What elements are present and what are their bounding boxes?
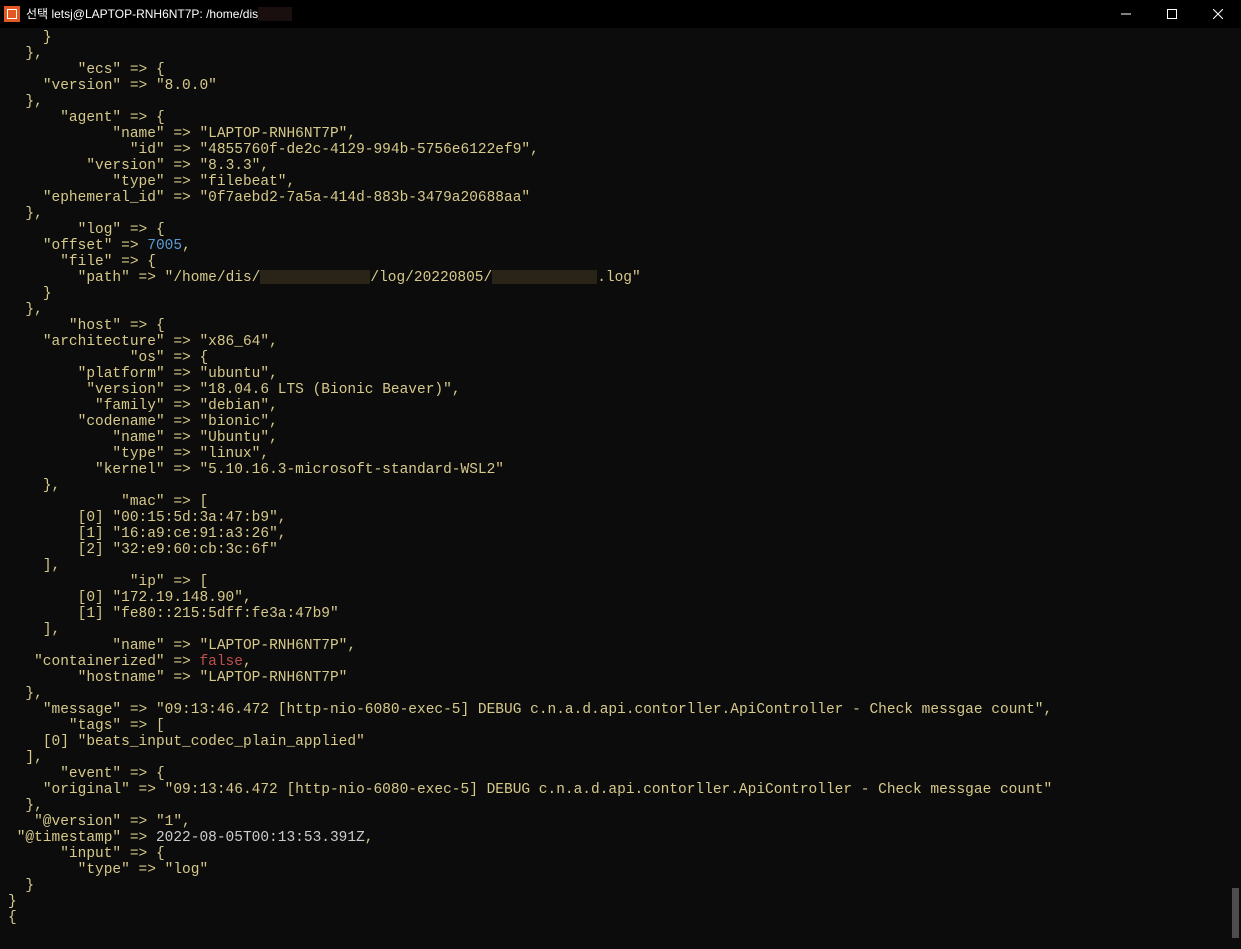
titlebar[interactable]: 선택 letsj@LAPTOP-RNH6NT7P: /home/disxxxxx (0, 0, 1241, 28)
maximize-button[interactable] (1149, 0, 1195, 28)
close-button[interactable] (1195, 0, 1241, 28)
minimize-button[interactable] (1103, 0, 1149, 28)
app-icon (4, 6, 20, 22)
terminal-output[interactable]: } }, "ecs" => { "version" => "8.0.0" }, … (0, 28, 1241, 934)
window-title: 선택 letsj@LAPTOP-RNH6NT7P: /home/disxxxxx (26, 6, 292, 22)
scrollbar-thumb[interactable] (1232, 888, 1239, 938)
